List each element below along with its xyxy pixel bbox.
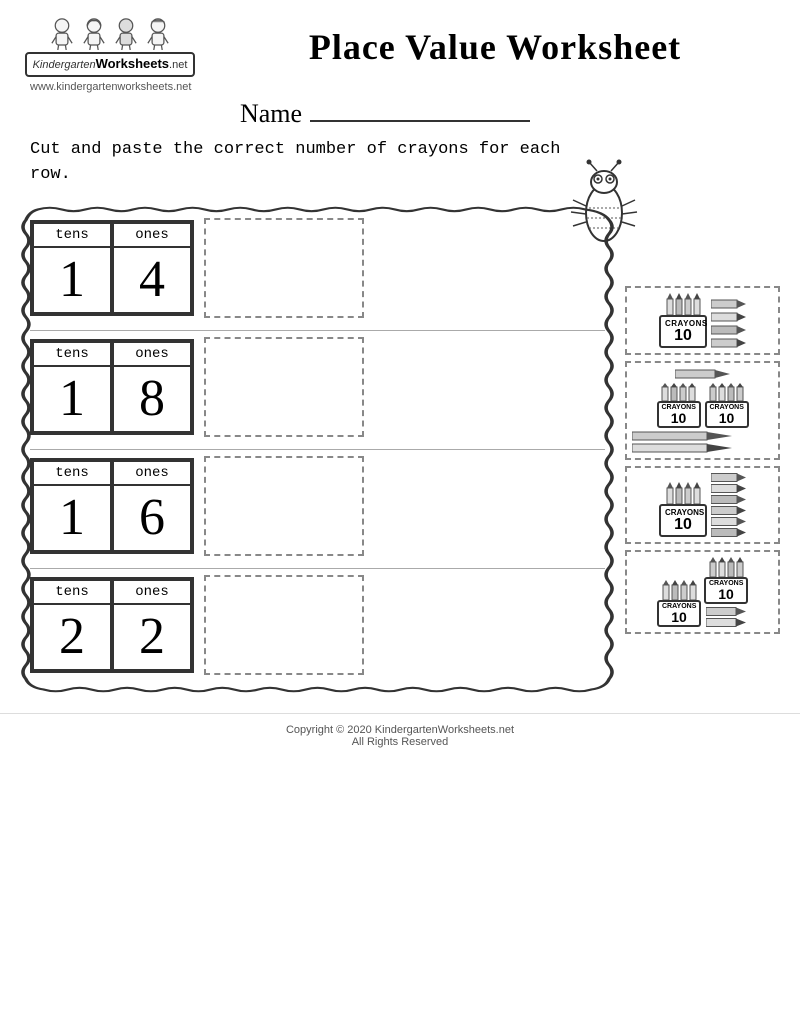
figure-2: [80, 18, 108, 50]
crayon-box-1: CRAYONS 10: [659, 293, 707, 348]
cutout-2-boxes: CRAYONS 10 CRAYONS 10: [632, 383, 773, 428]
tens-label-4: tens: [34, 581, 110, 605]
separator-1: [30, 330, 605, 331]
ones-cell-1: ones 4: [112, 222, 192, 314]
ones-value-1: 4: [123, 248, 181, 312]
number-cells-4: tens 2 ones 2: [30, 577, 194, 673]
crayons-top-1: [666, 293, 701, 315]
logo: KindergartenWorksheets.net: [20, 18, 200, 77]
logo-figures: [48, 18, 172, 50]
tens-value-2: 1: [43, 367, 101, 431]
place-row-1: tens 1 ones 4: [30, 218, 605, 318]
footer: Copyright © 2020 KindergartenWorksheets.…: [0, 713, 800, 756]
loose-crayons-4: [706, 607, 746, 627]
place-row-4: tens 2 ones 2: [30, 575, 605, 675]
tens-value-1: 1: [43, 248, 101, 312]
cutout-2: CRAYONS 10 CRAYONS 10: [625, 361, 780, 460]
crayon-box-4a: CRAYONS 10: [657, 580, 701, 627]
logo-ws: Worksheets: [96, 56, 169, 71]
figure-4: [144, 18, 172, 50]
figure-1: [48, 18, 76, 50]
crayon-box-3: CRAYONS 10: [659, 482, 707, 537]
separator-3: [30, 568, 605, 569]
ones-value-3: 6: [123, 486, 181, 550]
ones-label-4: ones: [114, 581, 190, 605]
ones-cell-4: ones 2: [112, 579, 192, 671]
tens-cell-3: tens 1: [32, 460, 112, 552]
tens-cell-2: tens 1: [32, 341, 112, 433]
logo-kg: Kindergarten: [33, 59, 96, 71]
footer-line1: Copyright © 2020 KindergartenWorksheets.…: [0, 724, 800, 736]
loose-crayons-3: [711, 473, 746, 537]
crayon-box-4b-group: CRAYONS 10: [704, 557, 748, 627]
loose-crayons-2: [632, 431, 773, 453]
page-title: Place Value Worksheet: [220, 26, 770, 68]
instruction: Cut and paste the correct number of cray…: [0, 129, 800, 188]
paste-box-4[interactable]: [204, 575, 364, 675]
cutout-1: CRAYONS 10: [625, 286, 780, 355]
instruction-line2: row.: [30, 165, 71, 184]
cutout-2-top: [632, 368, 773, 380]
tens-cell-4: tens 2: [32, 579, 112, 671]
website-line: www.kindergartenworksheets.net: [0, 77, 800, 93]
paste-box-3[interactable]: [204, 456, 364, 556]
tens-value-4: 2: [43, 605, 101, 669]
logo-text: KindergartenWorksheets.net: [25, 52, 196, 77]
number-cells-2: tens 1 ones 8: [30, 339, 194, 435]
cutout-4: CRAYONS 10 CRAYONS 10: [625, 550, 780, 634]
instruction-line1: Cut and paste the correct number of cray…: [30, 140, 561, 159]
cutouts-area: CRAYONS 10: [625, 286, 780, 634]
crayon-box-label-1: CRAYONS 10: [659, 315, 707, 348]
number-cells-3: tens 1 ones 6: [30, 458, 194, 554]
place-row-3: tens 1 ones 6: [30, 456, 605, 556]
ones-value-2: 8: [123, 367, 181, 431]
footer-line2: All Rights Reserved: [0, 736, 800, 748]
tens-value-3: 1: [43, 486, 101, 550]
rows-container: tens 1 ones 4 tens 1: [20, 206, 615, 693]
tens-label-3: tens: [34, 462, 110, 486]
paste-box-1[interactable]: [204, 218, 364, 318]
ones-label-2: ones: [114, 343, 190, 367]
name-row: Name: [0, 93, 770, 129]
ones-label-1: ones: [114, 224, 190, 248]
ones-value-4: 2: [123, 605, 181, 669]
loose-crayons-1: [711, 299, 746, 348]
tens-label-2: tens: [34, 343, 110, 367]
content-area: tens 1 ones 4 tens 1: [0, 188, 800, 703]
main-box: tens 1 ones 4 tens 1: [20, 206, 615, 693]
title-area: Place Value Worksheet: [220, 18, 770, 68]
paste-box-2[interactable]: [204, 337, 364, 437]
ones-cell-3: ones 6: [112, 460, 192, 552]
place-row-2: tens 1 ones 8: [30, 337, 605, 437]
name-underline[interactable]: [310, 120, 530, 122]
tens-label-1: tens: [34, 224, 110, 248]
ones-cell-2: ones 8: [112, 341, 192, 433]
ones-label-3: ones: [114, 462, 190, 486]
separator-2: [30, 449, 605, 450]
logo-dot-net: .net: [169, 59, 187, 71]
header: KindergartenWorksheets.net Place Value W…: [0, 0, 800, 77]
name-label: Name: [240, 99, 302, 129]
number-cells-1: tens 1 ones 4: [30, 220, 194, 316]
figure-3: [112, 18, 140, 50]
cutout-3: CRAYONS 10: [625, 466, 780, 544]
crayon-box-2a: CRAYONS 10: [657, 383, 701, 428]
crayon-box-2b: CRAYONS 10: [705, 383, 749, 428]
tens-cell-1: tens 1: [32, 222, 112, 314]
